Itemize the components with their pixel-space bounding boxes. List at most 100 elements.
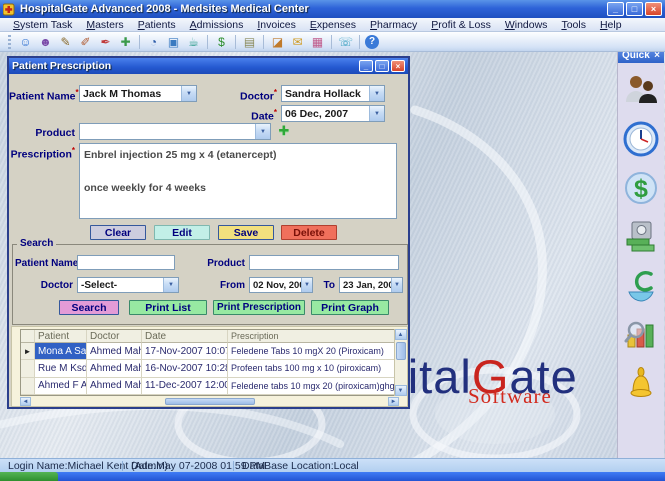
patients-icon[interactable] (622, 71, 660, 109)
cash-safe-icon[interactable] (622, 218, 660, 256)
menu-profit-loss[interactable]: Profit & Loss (424, 19, 498, 31)
cell-patient[interactable]: Ahmed F Ali (35, 378, 87, 395)
pharmacy-icon[interactable] (622, 267, 660, 305)
menu-masters[interactable]: Masters (79, 19, 130, 31)
menu-expenses[interactable]: Expenses (303, 19, 363, 31)
menu-admissions[interactable]: Admissions (183, 19, 251, 31)
dialog-titlebar[interactable]: Patient Prescription _ □ × (9, 58, 408, 74)
quick-close-icon[interactable]: × (654, 52, 660, 61)
cell-date[interactable]: 11-Dec-2007 12:00 AM (142, 378, 228, 395)
dialog-close-icon[interactable]: × (391, 60, 405, 72)
expense-icon[interactable]: ◪ (269, 34, 286, 50)
computer-icon[interactable]: ▣ (165, 34, 182, 50)
delete-button[interactable]: Delete (281, 225, 337, 240)
chevron-down-icon[interactable]: ▼ (301, 278, 312, 292)
search-to-date-combobox[interactable]: 23 Jan, 2008 ▼ (339, 277, 403, 293)
help-icon[interactable]: ? (365, 35, 379, 49)
save-button[interactable]: Save (218, 225, 274, 240)
finance-icon[interactable]: $ (622, 169, 660, 207)
col-header-date[interactable]: Date (142, 330, 228, 343)
menu-patients[interactable]: Patients (131, 19, 183, 31)
phone-icon[interactable]: ☏ (337, 34, 354, 50)
prescription-textarea[interactable]: Enbrel injection 25 mg x 4 (etanercept) … (79, 143, 397, 219)
cell-date[interactable]: 17-Nov-2007 10:07 AM (142, 343, 228, 360)
clear-button[interactable]: Clear (90, 225, 146, 240)
table-row[interactable]: Rue M Ksder Ahmed Mahmoud 16-Nov-2007 10… (21, 360, 398, 377)
col-header-doctor[interactable]: Doctor (87, 330, 142, 343)
cell-doctor[interactable]: Ahmed Mahmoud (87, 360, 142, 377)
chevron-down-icon[interactable]: ▼ (163, 278, 178, 292)
chevron-down-icon[interactable]: ▼ (369, 106, 384, 121)
scroll-right-icon[interactable]: ► (388, 397, 399, 406)
report-icon[interactable]: ▦ (309, 34, 326, 50)
col-header-patient[interactable]: Patient (35, 330, 87, 343)
print-graph-button[interactable]: Print Graph (311, 300, 389, 315)
cell-patient[interactable]: Rue M Ksder (35, 360, 87, 377)
minimize-icon[interactable]: _ (607, 2, 624, 16)
horizontal-scrollbar[interactable]: ◄ ► (20, 397, 399, 406)
chevron-down-icon[interactable]: ▼ (391, 278, 402, 292)
cell-date[interactable]: 16-Nov-2007 10:28 AM (142, 360, 228, 377)
search-from-date-combobox[interactable]: 02 Nov, 2006 ▼ (249, 277, 313, 293)
menu-tools[interactable]: Tools (554, 19, 593, 31)
scroll-up-icon[interactable]: ▲ (395, 329, 407, 340)
cell-prescription[interactable]: Feledene tabs 10 mgx 20 (piroxicam)ghgfh… (228, 378, 398, 395)
results-table-zone: Patient Doctor Date Prescription ► Mona … (11, 326, 408, 407)
doctor-combobox[interactable]: Sandra Hollack ▼ (281, 85, 385, 102)
edit-button[interactable]: Edit (154, 225, 210, 240)
mail-icon[interactable]: ✉ (289, 34, 306, 50)
cell-doctor[interactable]: Ahmed Mahmoud (87, 378, 142, 395)
table-row[interactable]: Ahmed F Ali Ahmed Mahmoud 11-Dec-2007 12… (21, 378, 398, 395)
money-icon[interactable]: $ (213, 34, 230, 50)
search-button[interactable]: Search (59, 300, 119, 315)
lab-icon[interactable]: ☕ (185, 34, 202, 50)
dialog-minimize-icon[interactable]: _ (359, 60, 373, 72)
print-prescription-button[interactable]: Print Prescription (213, 300, 305, 315)
search-group-label: Search (17, 238, 56, 249)
bell-icon[interactable] (622, 365, 660, 403)
chevron-down-icon[interactable]: ▼ (369, 86, 384, 101)
restore-icon[interactable]: □ (626, 2, 643, 16)
cell-prescription[interactable]: Feledene Tabs 10 mgX 20 (Piroxicam) (228, 343, 398, 360)
print-list-button[interactable]: Print List (129, 300, 207, 315)
scrollbar-thumb[interactable] (396, 342, 406, 360)
search-patient-name-input[interactable] (77, 255, 175, 270)
chevron-down-icon[interactable]: ▼ (255, 124, 270, 139)
menu-help[interactable]: Help (593, 19, 629, 31)
chevron-down-icon[interactable]: ▼ (181, 86, 196, 101)
cell-patient[interactable]: Mona A Salah (35, 343, 87, 360)
dialog-restore-icon[interactable]: □ (375, 60, 389, 72)
pen-icon[interactable]: ✒ (97, 34, 114, 50)
scroll-left-icon[interactable]: ◄ (20, 397, 31, 406)
clock-icon[interactable] (622, 120, 660, 158)
prescription-icon[interactable]: ✎ (57, 34, 74, 50)
patient-name-combobox[interactable]: Jack M Thomas ▼ (79, 85, 197, 102)
row-selector (21, 378, 35, 395)
vertical-scrollbar[interactable]: ▲ ▼ (394, 329, 406, 396)
syringe-icon[interactable]: ✐ (77, 34, 94, 50)
scroll-down-icon[interactable]: ▼ (395, 385, 407, 396)
patient-icon[interactable]: ☻ (37, 34, 54, 50)
date-combobox[interactable]: 06 Dec, 2007 ▼ (281, 105, 385, 122)
menu-invoices[interactable]: Invoices (250, 19, 303, 31)
invoice-icon[interactable]: ▤ (241, 34, 258, 50)
search-doctor-combobox[interactable]: -Select- ▼ (77, 277, 179, 293)
add-patient-icon[interactable]: ☺ (17, 34, 34, 50)
clock-icon[interactable]: ◔ (145, 34, 162, 50)
menu-system-task[interactable]: System Task (6, 19, 79, 31)
add-product-icon[interactable]: ✚ (276, 123, 292, 139)
windows-taskbar[interactable] (0, 472, 665, 481)
cell-doctor[interactable]: Ahmed Mahmoud (87, 343, 142, 360)
table-row[interactable]: ► Mona A Salah Ahmed Mahmoud 17-Nov-2007… (21, 343, 398, 360)
product-combobox[interactable]: ▼ (79, 123, 271, 140)
menu-windows[interactable]: Windows (498, 19, 555, 31)
col-header-prescription[interactable]: Prescription (228, 330, 398, 343)
menu-pharmacy[interactable]: Pharmacy (363, 19, 424, 31)
cell-prescription[interactable]: Profeen tabs 100 mg x 10 (piroxicam) (228, 360, 398, 377)
start-button[interactable] (0, 472, 58, 481)
close-icon[interactable]: × (645, 2, 662, 16)
surgery-icon[interactable]: ✚ (117, 34, 134, 50)
search-product-input[interactable] (249, 255, 399, 270)
scrollbar-thumb[interactable] (165, 398, 255, 405)
reports-icon[interactable] (622, 316, 660, 354)
